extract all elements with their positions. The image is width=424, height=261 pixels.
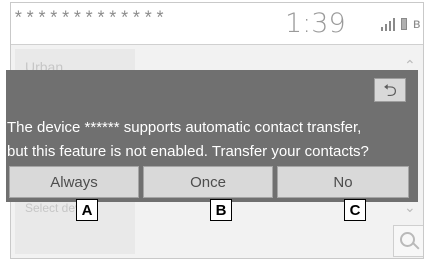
back-button[interactable]: ⮌ — [374, 78, 406, 102]
no-button[interactable]: No — [277, 166, 409, 198]
bluetooth-icon: ʙ — [413, 15, 421, 31]
search-icon — [393, 225, 423, 257]
callout-label-c: C — [344, 199, 366, 221]
device-name: ************* — [13, 10, 167, 30]
signal-icon — [381, 17, 395, 31]
status-icons: ʙ — [381, 15, 423, 33]
contact-transfer-dialog: ⮌ The device ****** supports automatic c… — [6, 70, 418, 202]
dialog-message-line: The device ****** supports automatic con… — [7, 119, 362, 136]
always-button[interactable]: Always — [9, 166, 139, 198]
dialog-message-line: but this feature is not enabled. Transfe… — [7, 143, 369, 160]
back-icon: ⮌ — [383, 80, 397, 100]
battery-icon — [401, 18, 407, 30]
clock: 1:39 — [285, 8, 346, 39]
callout-label-b: B — [210, 199, 232, 221]
dialog-message: The device ****** supports automatic con… — [7, 116, 419, 164]
callout-label-a: A — [76, 199, 98, 221]
status-bar: ************* 1:39 ʙ — [11, 3, 423, 45]
once-button[interactable]: Once — [143, 166, 273, 198]
dialog-buttons: Always Once No — [9, 166, 417, 198]
